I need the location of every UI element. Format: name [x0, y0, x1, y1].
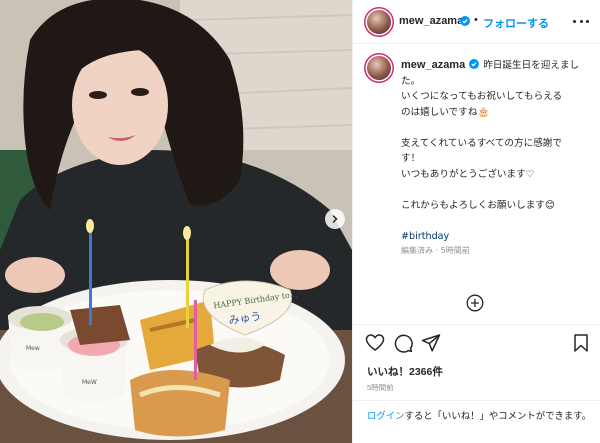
verified-badge-icon: [460, 16, 470, 26]
caption-gap: [401, 120, 591, 136]
comment-icon[interactable]: [393, 333, 413, 353]
header-username[interactable]: mew_azama: [399, 15, 463, 27]
caption-meta: 編集済み · 5時間前: [401, 246, 470, 255]
likes-prefix: いいね！: [367, 366, 409, 378]
caption-line-2: いくつになってもお祝いしてもらえる: [401, 91, 563, 102]
more-options-icon[interactable]: [573, 15, 589, 27]
post-caption: mew_azama 昨日誕生日を迎えまし た。 いくつになってもお祝いしてもらえる…: [353, 44, 600, 324]
share-icon[interactable]: [421, 333, 441, 353]
carousel-next-button[interactable]: [325, 209, 345, 229]
caption-line-7: いつもありがとうございます♡: [401, 168, 535, 180]
caption-gap: [401, 182, 591, 198]
caption-username[interactable]: mew_azama: [401, 59, 465, 71]
caption-line-1: た。: [401, 75, 421, 87]
heart-icon[interactable]: [365, 333, 385, 353]
caption-gap: [401, 213, 591, 229]
verified-badge-icon: [469, 59, 480, 69]
caption-line-6: す！: [401, 153, 421, 164]
likes-count[interactable]: いいね！2366件: [367, 364, 443, 379]
post-header: mew_azama • フォローする: [353, 0, 600, 44]
login-text: ログインすると「いいね！」やコメントができます。: [367, 409, 593, 424]
post-timestamp[interactable]: 5時間前: [367, 382, 394, 393]
likes-number: 2366件: [409, 366, 443, 378]
cup-label: MeW: [82, 379, 97, 386]
post-side-panel: mew_azama • フォローする mew_azama 昨日誕生日を迎えまし た…: [352, 0, 600, 443]
caption-line-0: 昨日誕生日を迎えまし: [483, 60, 580, 71]
login-prompt: ログインすると「いいね！」やコメントができます。: [353, 400, 600, 443]
avatar[interactable]: [367, 10, 391, 34]
bookmark-icon[interactable]: [571, 333, 591, 353]
caption-line-5: 支えてくれているすべての方に感謝で: [401, 137, 562, 149]
load-more-comments-icon[interactable]: [466, 294, 484, 312]
caption-line-3: のは嬉しいですね🎂: [401, 106, 490, 118]
follow-button[interactable]: フォローする: [483, 15, 549, 31]
post-photo[interactable]: HAPPY Birthday to… みゅう Mew MeW: [0, 0, 352, 443]
action-bar: [353, 324, 600, 364]
header-separator: •: [474, 14, 478, 26]
caption-line-9: これからもよろしくお願いします😊: [401, 199, 555, 211]
caption-text: mew_azama 昨日誕生日を迎えまし た。 いくつになってもお祝いしてもらえる…: [401, 58, 591, 258]
plate-label: Mew: [26, 345, 40, 352]
caption-avatar[interactable]: [367, 56, 391, 80]
chevron-right-icon: [332, 215, 338, 223]
photo-illustration: HAPPY Birthday to… みゅう Mew MeW: [0, 0, 352, 443]
login-rest: すると「いいね！」やコメントができます。: [404, 411, 592, 422]
instagram-post: HAPPY Birthday to… みゅう Mew MeW mew_azama…: [0, 0, 600, 443]
login-link[interactable]: ログイン: [367, 411, 405, 422]
hashtag-link[interactable]: #birthday: [401, 229, 591, 245]
